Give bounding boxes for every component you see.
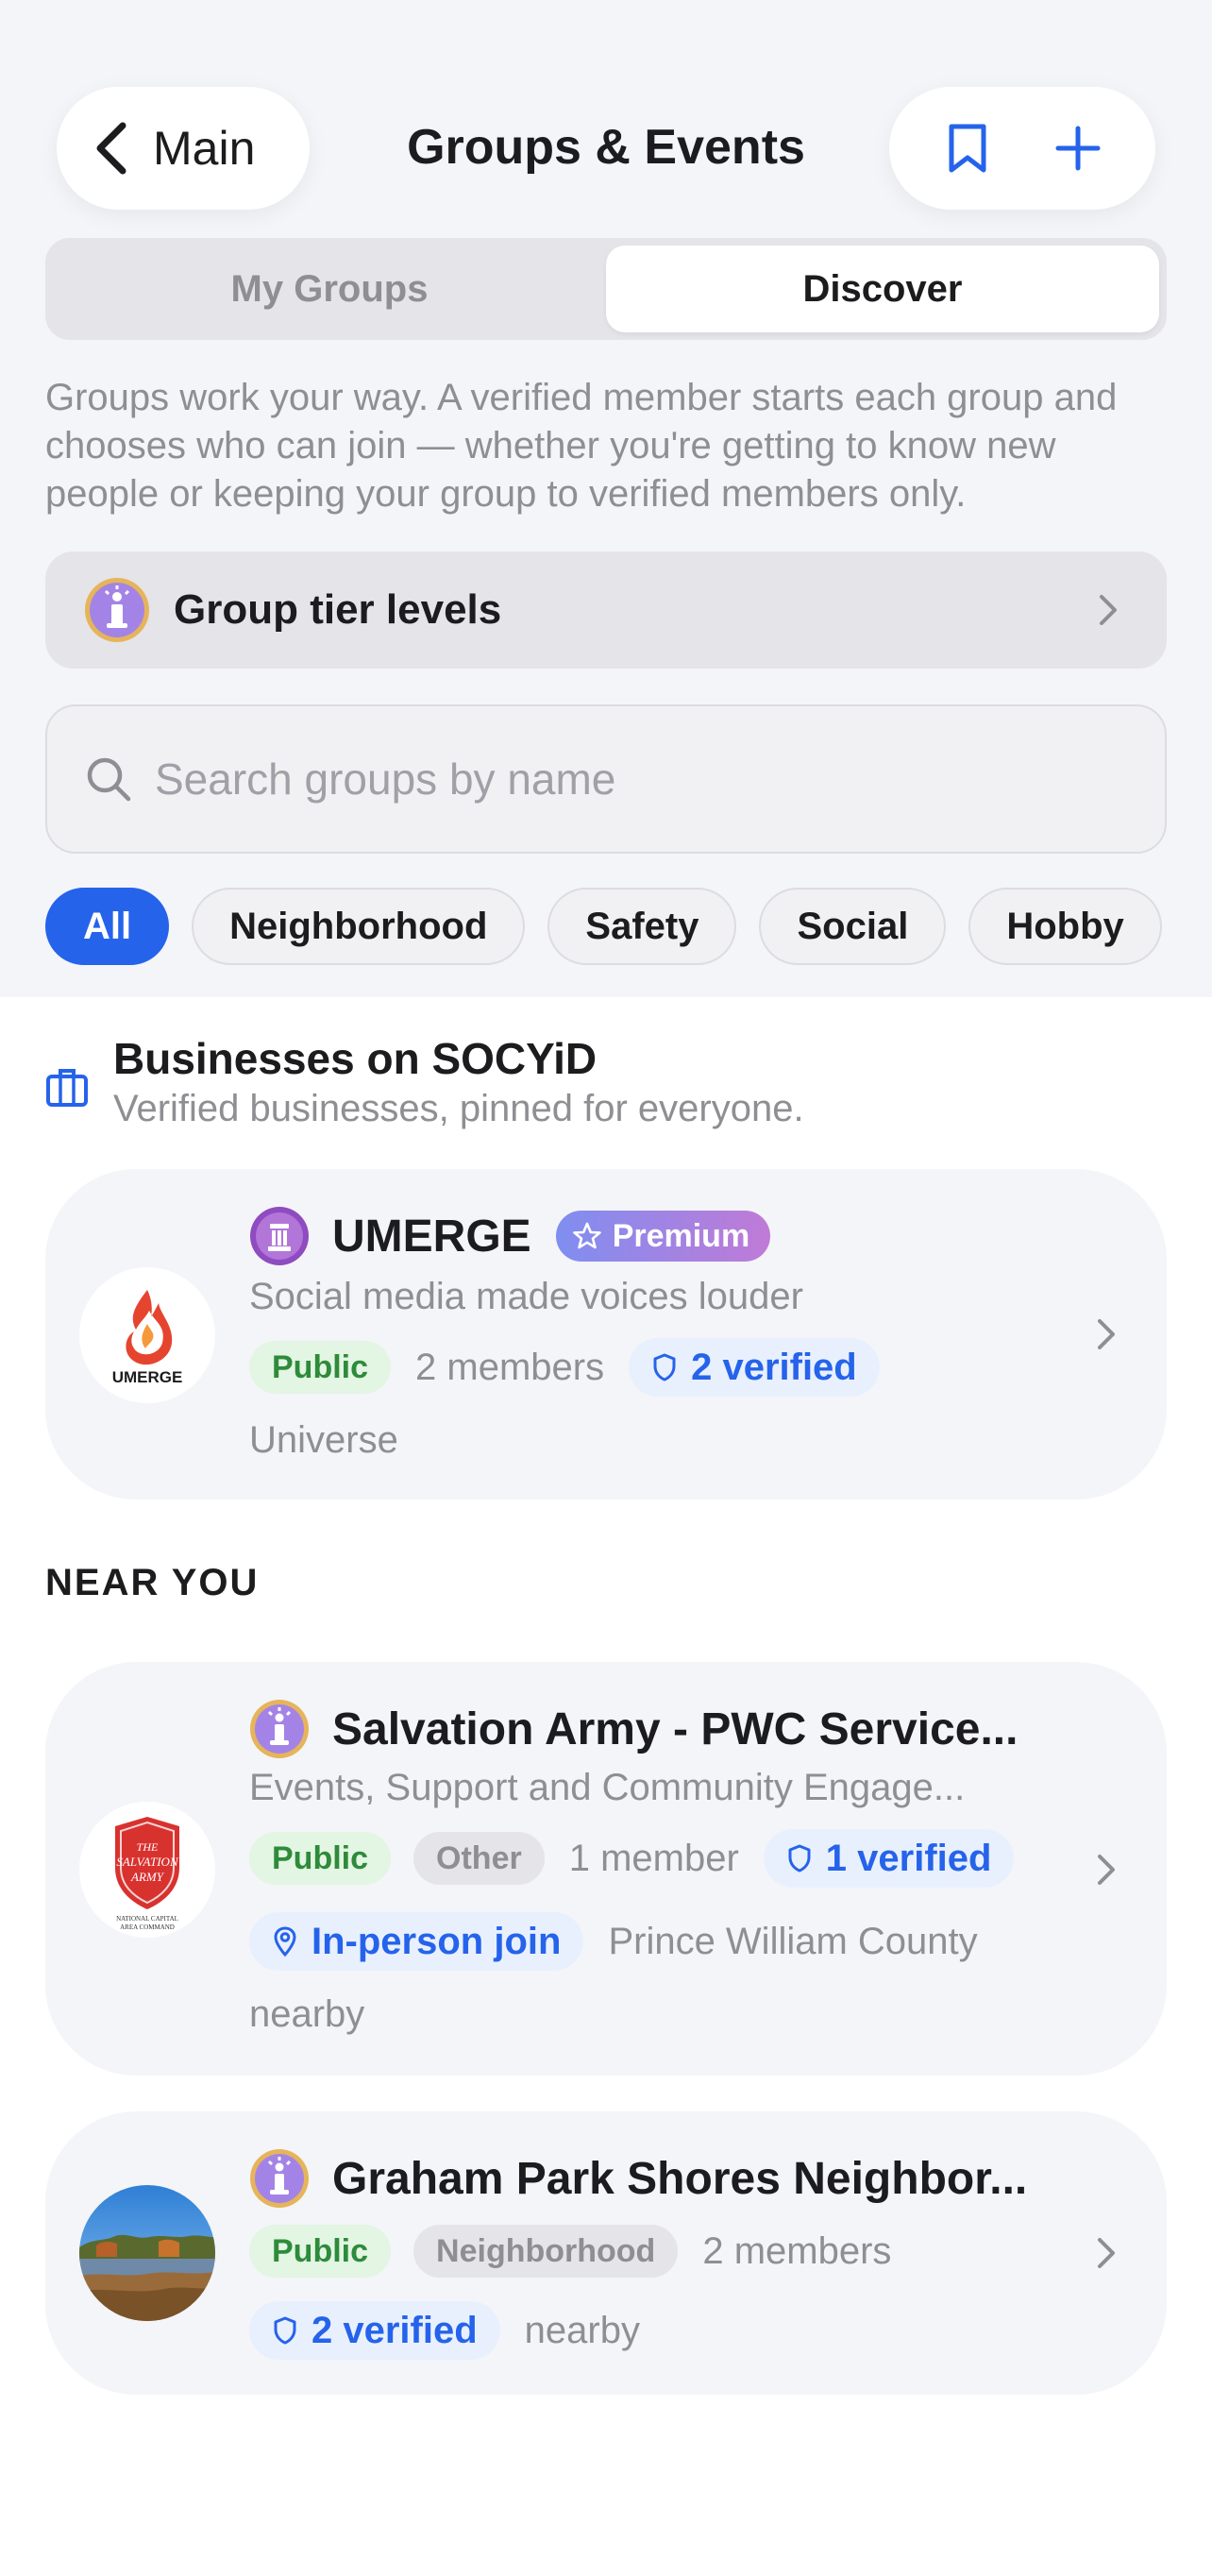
- tier-badge-icon: [85, 578, 149, 642]
- filter-chip-hobby[interactable]: Hobby: [968, 888, 1162, 965]
- graham-park-photo: [79, 2185, 215, 2321]
- group-card-graham-park[interactable]: Graham Park Shores Neighbor... Public Ne…: [45, 2111, 1167, 2395]
- in-person-join-badge: In-person join: [249, 1912, 584, 1971]
- graham-meta-row: Public Neighborhood 2 members: [249, 2221, 891, 2281]
- premium-label: Premium: [612, 1217, 750, 1254]
- tab-discover[interactable]: Discover: [606, 246, 1159, 332]
- briefcase-icon: [46, 1069, 88, 1107]
- chevron-left-icon: [96, 122, 126, 175]
- tier-badge-icon: [250, 1700, 309, 1758]
- location-pin-icon: [274, 1926, 296, 1957]
- group-card-salvation-army[interactable]: THE SALVATION ARMY NATIONAL CAPITAL AREA…: [45, 1662, 1167, 2076]
- filter-chip-neighborhood[interactable]: Neighborhood: [192, 888, 526, 965]
- back-button-label: Main: [153, 122, 256, 175]
- group-scope: Universe: [249, 1418, 398, 1461]
- chevron-right-icon: [1098, 1319, 1115, 1349]
- chevron-right-icon: [1098, 1855, 1115, 1885]
- public-badge: Public: [249, 2225, 392, 2278]
- search-input[interactable]: [155, 754, 1099, 805]
- svg-text:NATIONAL CAPITAL: NATIONAL CAPITAL: [116, 1915, 178, 1923]
- verified-badge: 1 verified: [763, 1829, 1015, 1888]
- member-count: 1 member: [568, 1837, 739, 1879]
- search-icon: [87, 757, 131, 802]
- group-tier-levels-row[interactable]: Group tier levels: [45, 551, 1167, 669]
- verified-count: 2 verified: [691, 1346, 857, 1388]
- shield-icon: [788, 1844, 811, 1873]
- umerge-logo: UMERGE: [79, 1267, 215, 1403]
- salvation-desc-row: Events, Support and Community Engage...: [249, 1764, 965, 1811]
- category-badge: Other: [413, 1832, 545, 1885]
- member-count: 2 members: [702, 2229, 892, 2272]
- tab-my-groups[interactable]: My Groups: [53, 246, 606, 332]
- bookmark-icon: [949, 124, 985, 173]
- umerge-meta-row: Public 2 members 2 verified: [249, 1337, 880, 1398]
- group-name: Graham Park Shores Neighbor...: [332, 2153, 1028, 2204]
- graham-verified-row: 2 verified nearby: [249, 2300, 640, 2361]
- join-type-label: In-person join: [311, 1920, 562, 1962]
- group-distance: nearby: [524, 2309, 640, 2351]
- verified-count: 1 verified: [825, 1837, 992, 1879]
- group-location: Prince William County: [608, 1920, 978, 1962]
- star-icon: [572, 1222, 601, 1249]
- plus-icon: [1055, 126, 1100, 171]
- segmented-control: My Groups Discover: [45, 238, 1167, 340]
- umerge-title-row: UMERGE Premium: [249, 1203, 771, 1269]
- svg-text:ARMY: ARMY: [130, 1870, 165, 1884]
- group-name: UMERGE: [332, 1211, 531, 1262]
- bookmark-button[interactable]: [934, 115, 1001, 181]
- search-bar: [45, 704, 1167, 854]
- category-badge: Neighborhood: [413, 2225, 679, 2278]
- umerge-desc-row: Social media made voices louder: [249, 1273, 803, 1320]
- salvation-meta-row: Public Other 1 member 1 verified: [249, 1828, 1015, 1889]
- verified-badge: 2 verified: [249, 2301, 500, 2360]
- filter-chip-all[interactable]: All: [45, 888, 170, 965]
- filter-chip-safety[interactable]: Safety: [547, 888, 737, 965]
- near-you-heading: NEAR YOU: [45, 1562, 260, 1603]
- shield-icon: [653, 1353, 676, 1381]
- svg-text:AREA COMMAND: AREA COMMAND: [120, 1924, 175, 1931]
- shield-icon: [274, 2316, 296, 2345]
- premium-badge: Premium: [555, 1211, 771, 1262]
- nav-actions: [889, 87, 1155, 210]
- back-button[interactable]: Main: [57, 87, 310, 210]
- group-name: Salvation Army - PWC Service...: [332, 1703, 1018, 1754]
- filter-chip-social[interactable]: Social: [759, 888, 947, 965]
- public-badge: Public: [249, 1341, 392, 1394]
- top-area: Main Groups & Events My Groups Discover …: [0, 0, 1212, 997]
- svg-text:UMERGE: UMERGE: [112, 1368, 183, 1386]
- graham-title-row: Graham Park Shores Neighbor...: [249, 2145, 1099, 2212]
- group-description: Events, Support and Community Engage...: [249, 1766, 966, 1808]
- chevron-right-icon: [1098, 2238, 1115, 2268]
- group-description: Social media made voices louder: [249, 1275, 803, 1317]
- tier-badge-icon: [250, 2149, 309, 2208]
- salvation-title-row: Salvation Army - PWC Service...: [249, 1696, 1099, 1762]
- filter-chips: All Neighborhood Safety Social Hobby: [45, 888, 1167, 965]
- verified-count: 2 verified: [311, 2309, 478, 2351]
- businesses-title: Businesses on SOCYiD: [113, 1034, 598, 1083]
- salvation-army-logo: THE SALVATION ARMY NATIONAL CAPITAL AREA…: [79, 1802, 215, 1938]
- group-distance: nearby: [249, 1992, 365, 2035]
- add-group-button[interactable]: [1045, 115, 1111, 181]
- verified-badge: 2 verified: [629, 1338, 880, 1397]
- salvation-distance-row: nearby: [249, 1991, 364, 2038]
- business-card-umerge[interactable]: UMERGE UMERGE Premium Social media made …: [45, 1169, 1167, 1500]
- member-count: 2 members: [415, 1346, 605, 1388]
- svg-text:SALVATION: SALVATION: [116, 1855, 179, 1869]
- svg-text:THE: THE: [137, 1840, 159, 1854]
- umerge-scope-row: Universe: [249, 1416, 398, 1464]
- tier-levels-label: Group tier levels: [174, 586, 502, 633]
- intro-text: Groups work your way. A verified member …: [45, 377, 1118, 515]
- chevron-right-icon: [1100, 595, 1117, 625]
- public-badge: Public: [249, 1832, 392, 1885]
- tier-badge-icon: [250, 1207, 309, 1265]
- businesses-subtitle: Verified businesses, pinned for everyone…: [113, 1088, 804, 1129]
- salvation-location-row: In-person join Prince William County: [249, 1911, 978, 1972]
